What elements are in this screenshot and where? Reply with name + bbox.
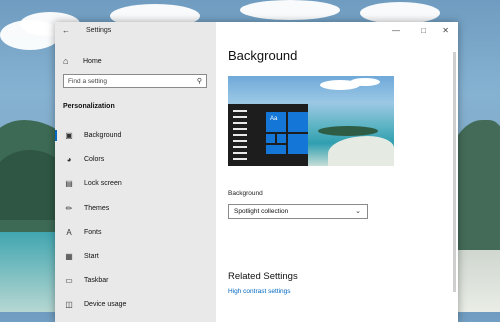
sidebar-item-colors[interactable]: ◕ Colors bbox=[55, 151, 216, 167]
sidebar-item-lock-screen[interactable]: ▤ Lock screen bbox=[55, 175, 216, 191]
sidebar-item-themes[interactable]: ✏ Themes bbox=[55, 200, 216, 216]
sidebar-item-label: Start bbox=[84, 252, 99, 260]
search-icon[interactable]: ⚲ bbox=[197, 77, 202, 85]
start-icon: ▦ bbox=[65, 251, 73, 261]
lock-screen-icon: ▤ bbox=[65, 178, 73, 188]
sidebar-item-label: Taskbar bbox=[84, 276, 109, 284]
sidebar-item-home[interactable]: ⌂ Home bbox=[63, 55, 102, 67]
sidebar-item-taskbar[interactable]: ▭ Taskbar bbox=[55, 272, 216, 288]
background-label: Background bbox=[228, 190, 263, 197]
picture-icon: ▣ bbox=[65, 130, 73, 140]
section-title: Personalization bbox=[63, 103, 115, 110]
sidebar-item-label: Background bbox=[84, 131, 122, 139]
close-icon[interactable]: ✕ bbox=[442, 26, 449, 35]
background-select[interactable]: Spotlight collection ⌄ bbox=[228, 204, 368, 219]
maximize-icon[interactable]: □ bbox=[421, 26, 426, 35]
window-title: Settings bbox=[86, 27, 112, 34]
background-select-value: Spotlight collection bbox=[234, 208, 289, 215]
device-usage-icon: ◫ bbox=[65, 299, 73, 309]
sidebar-item-label: Device usage bbox=[84, 300, 127, 308]
title-bar: ← Settings bbox=[55, 22, 216, 40]
home-icon: ⌂ bbox=[63, 56, 69, 66]
settings-sidebar: ← Settings ⌂ Home Find a setting ⚲ Perso… bbox=[55, 22, 216, 322]
minimize-icon[interactable]: — bbox=[392, 26, 400, 35]
sidebar-item-label: Colors bbox=[84, 155, 105, 163]
taskbar-icon: ▭ bbox=[65, 275, 73, 285]
sidebar-item-label: Lock screen bbox=[84, 179, 122, 187]
chevron-down-icon: ⌄ bbox=[355, 208, 361, 215]
palette-icon: ◕ bbox=[66, 154, 72, 164]
sidebar-item-device-usage[interactable]: ◫ Device usage bbox=[55, 296, 216, 312]
scrollbar[interactable] bbox=[453, 52, 456, 292]
home-label: Home bbox=[83, 57, 102, 65]
back-arrow-icon[interactable]: ← bbox=[62, 26, 70, 35]
preview-tile-text: Aa bbox=[270, 116, 278, 122]
fonts-icon: A bbox=[66, 227, 72, 237]
search-input[interactable]: Find a setting ⚲ bbox=[63, 74, 207, 88]
sidebar-item-background[interactable]: ▣ Background bbox=[55, 127, 216, 143]
sidebar-item-label: Themes bbox=[84, 204, 110, 212]
high-contrast-settings-link[interactable]: High contrast settings bbox=[228, 288, 291, 295]
related-settings-title: Related Settings bbox=[228, 271, 298, 282]
settings-main: — □ ✕ Background Aa Background Spotlight… bbox=[216, 22, 458, 322]
settings-window: ← Settings ⌂ Home Find a setting ⚲ Perso… bbox=[55, 22, 458, 322]
sidebar-item-label: Fonts bbox=[84, 228, 102, 236]
search-placeholder: Find a setting bbox=[68, 78, 108, 85]
sidebar-item-fonts[interactable]: A Fonts bbox=[55, 224, 216, 240]
sidebar-item-start[interactable]: ▦ Start bbox=[55, 248, 216, 264]
page-title: Background bbox=[228, 48, 298, 63]
background-preview: Aa bbox=[228, 76, 394, 166]
brush-icon: ✏ bbox=[65, 203, 73, 213]
preview-tiles: Aa bbox=[266, 112, 308, 164]
